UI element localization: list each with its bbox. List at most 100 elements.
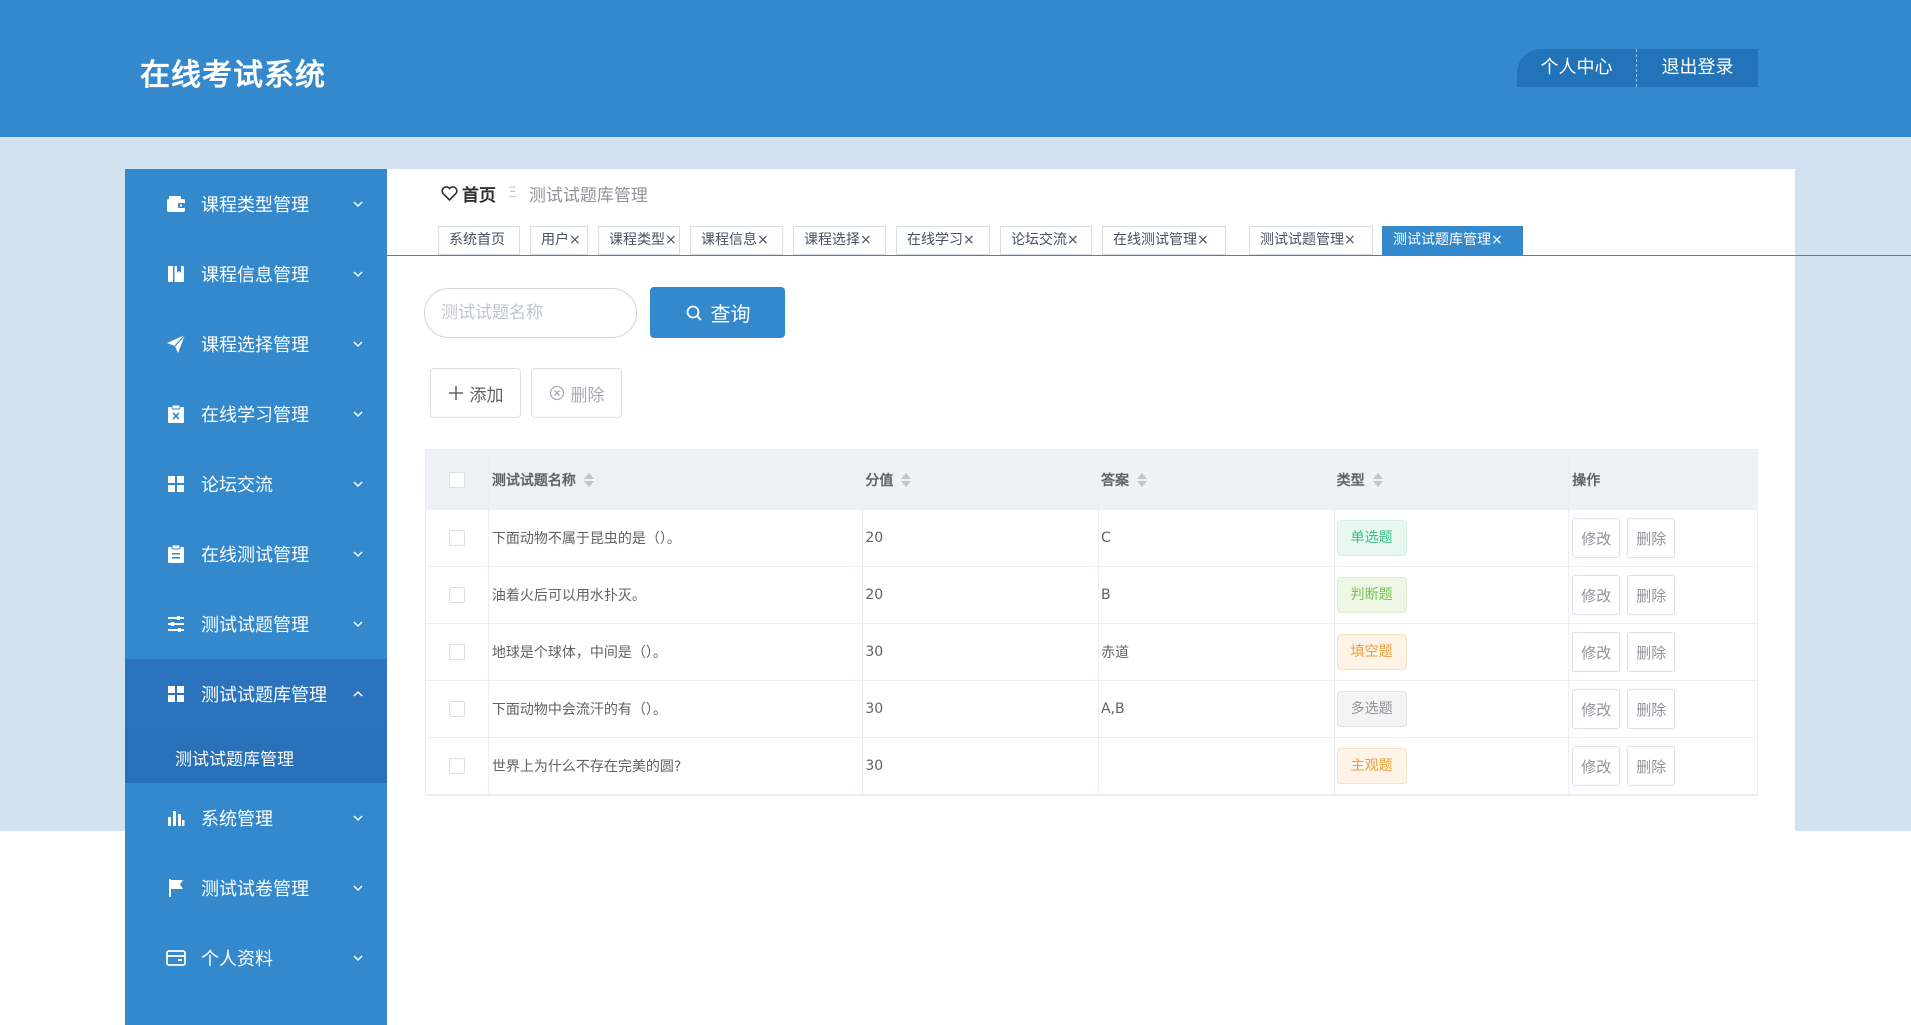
close-icon[interactable]: × (963, 232, 975, 248)
tab-home[interactable]: 系统首页 (438, 226, 520, 255)
tab-course-type[interactable]: 课程类型× (598, 226, 680, 255)
submenu-item-question-bank[interactable]: 测试试题库管理 (125, 729, 387, 783)
delete-button[interactable]: 删除 (1627, 689, 1676, 729)
close-icon[interactable]: × (569, 232, 581, 248)
sidebar-item-test-questions[interactable]: 测试试题管理 (125, 589, 387, 659)
heart-icon (441, 185, 458, 201)
bar-chart-icon (165, 807, 187, 829)
breadcrumb-home[interactable]: 首页 (462, 181, 496, 206)
cell-type: 多选题 (1335, 681, 1570, 737)
cell-operations: 修改 删除 (1569, 738, 1757, 794)
edit-button[interactable]: 修改 (1572, 518, 1621, 558)
search-input[interactable] (424, 288, 637, 338)
tab-label: 课程选择 (804, 232, 860, 248)
sort-icon[interactable] (901, 472, 912, 487)
close-icon[interactable]: × (1491, 232, 1503, 248)
row-checkbox[interactable] (448, 644, 465, 660)
sidebar-item-course-type[interactable]: 课程类型管理 (125, 169, 387, 239)
edit-button[interactable]: 修改 (1572, 746, 1621, 786)
tab-label: 测试试题管理 (1260, 232, 1344, 248)
chevron-down-icon (353, 815, 363, 822)
cell-answer: C (1099, 510, 1335, 566)
sidebar-item-course-select[interactable]: 课程选择管理 (125, 309, 387, 379)
tab-label: 测试试题库管理 (1393, 232, 1491, 248)
sidebar-item-question-bank[interactable]: 测试试题库管理 (125, 659, 387, 729)
grid-icon (165, 473, 187, 495)
tab-question-bank[interactable]: 测试试题库管理× (1382, 226, 1523, 255)
row-checkbox[interactable] (448, 701, 465, 717)
close-icon[interactable]: × (860, 232, 872, 248)
edit-button[interactable]: 修改 (1572, 689, 1621, 729)
sidebar-item-system[interactable]: 系统管理 (125, 783, 387, 853)
row-select-cell (426, 510, 489, 566)
header-score[interactable]: 分值 (863, 450, 1099, 509)
sidebar-item-forum[interactable]: 论坛交流 (125, 449, 387, 519)
sidebar-item-profile[interactable]: 个人资料 (125, 923, 387, 993)
type-tag: 多选题 (1336, 691, 1407, 727)
circle-close-icon (549, 385, 565, 401)
batch-delete-label: 删除 (570, 385, 605, 406)
row-checkbox[interactable] (448, 587, 465, 603)
tab-users[interactable]: 用户× (530, 226, 588, 255)
add-button[interactable]: 添加 (430, 368, 521, 418)
chevron-down-icon (353, 341, 363, 348)
type-tag: 判断题 (1336, 577, 1407, 613)
plus-icon (448, 385, 464, 401)
type-tag: 单选题 (1336, 520, 1407, 556)
sidebar-item-label: 个人资料 (201, 949, 273, 970)
tab-forum[interactable]: 论坛交流× (1000, 226, 1092, 255)
search-button[interactable]: 查询 (650, 287, 785, 338)
sidebar-item-online-test[interactable]: 在线测试管理 (125, 519, 387, 589)
row-select-cell (426, 567, 489, 623)
sort-icon[interactable] (583, 472, 594, 487)
type-tag: 填空题 (1336, 634, 1407, 670)
delete-button[interactable]: 删除 (1627, 518, 1676, 558)
delete-button[interactable]: 删除 (1627, 746, 1676, 786)
sort-icon[interactable] (1372, 472, 1383, 487)
question-bank-table: 测试试题名称 分值 答案 类型 操作 下面动物不属于昆虫的是（）。 20 C 单… (425, 449, 1758, 796)
cell-answer: 赤道 (1099, 624, 1335, 680)
batch-delete-button[interactable]: 删除 (531, 368, 622, 418)
flag-icon (165, 877, 187, 899)
row-checkbox[interactable] (448, 758, 465, 774)
sidebar-item-label: 论坛交流 (201, 475, 273, 496)
tab-course-info[interactable]: 课程信息× (690, 226, 783, 255)
header-name[interactable]: 测试试题名称 (489, 450, 864, 509)
sidebar-item-course-info[interactable]: 课程信息管理 (125, 239, 387, 309)
sidebar-item-online-learning[interactable]: 在线学习管理 (125, 379, 387, 449)
delete-button[interactable]: 删除 (1627, 632, 1676, 672)
cell-type: 填空题 (1335, 624, 1570, 680)
tab-test-questions[interactable]: 测试试题管理× (1249, 226, 1373, 255)
clipboard-x-icon (165, 403, 187, 425)
close-icon[interactable]: × (1197, 232, 1209, 248)
close-icon[interactable]: × (1344, 232, 1356, 248)
sidebar-item-label: 测试试题库管理 (201, 685, 327, 706)
close-icon[interactable]: × (1067, 232, 1079, 248)
edit-button[interactable]: 修改 (1572, 575, 1621, 615)
personal-center-button[interactable]: 个人中心 (1517, 49, 1637, 87)
add-button-label: 添加 (469, 385, 504, 406)
logout-button[interactable]: 退出登录 (1637, 49, 1758, 87)
header-type[interactable]: 类型 (1335, 450, 1570, 509)
header-label: 测试试题名称 (491, 472, 576, 489)
sidebar-item-label: 课程类型管理 (201, 195, 309, 216)
cell-name: 世界上为什么不存在完美的圆? (489, 738, 864, 794)
sidebar-item-test-papers[interactable]: 测试试卷管理 (125, 853, 387, 923)
close-icon[interactable]: × (757, 232, 769, 248)
tab-online-test[interactable]: 在线测试管理× (1102, 226, 1226, 255)
header-answer[interactable]: 答案 (1099, 450, 1335, 509)
delete-button[interactable]: 删除 (1627, 575, 1676, 615)
chevron-down-icon (353, 621, 363, 628)
close-icon[interactable]: × (665, 232, 677, 248)
main-content: 首页 Ξ 测试试题库管理 系统首页 用户× 课程类型× 课程信息× 课程选择× … (387, 169, 1911, 831)
tab-course-select[interactable]: 课程选择× (793, 226, 886, 255)
top-header: 在线考试系统 个人中心 退出登录 (0, 0, 1911, 137)
sort-icon[interactable] (1136, 472, 1147, 487)
select-all-checkbox[interactable] (448, 471, 465, 488)
tab-label: 在线学习 (907, 232, 963, 248)
edit-button[interactable]: 修改 (1572, 632, 1621, 672)
tab-online-learning[interactable]: 在线学习× (896, 226, 990, 255)
row-checkbox[interactable] (448, 530, 465, 546)
tabs-bar: 系统首页 用户× 课程类型× 课程信息× 课程选择× 在线学习× 论坛交流× 在… (387, 226, 1911, 256)
chevron-down-icon (353, 955, 363, 962)
